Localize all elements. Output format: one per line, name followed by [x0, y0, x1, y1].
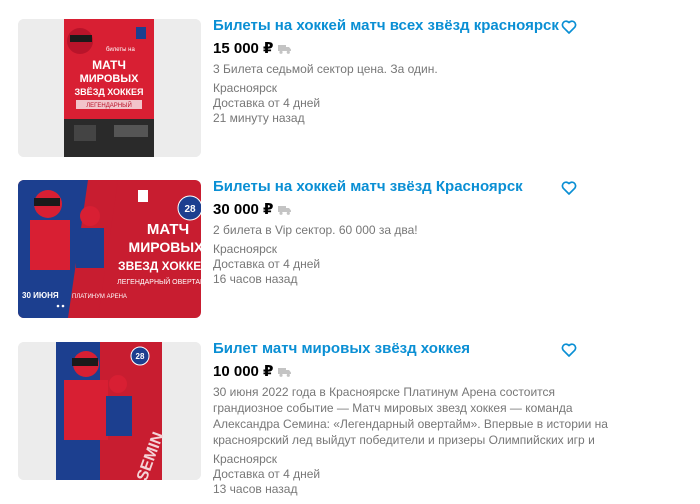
poster-line-2: МИРОВЫХ: [129, 239, 201, 255]
heart-outline-icon[interactable]: [561, 342, 577, 358]
listing-city: Красноярск: [213, 452, 278, 466]
listing-image[interactable]: 28 МАТЧ МИРОВЫХ ЗВЕЗД ХОККЕЯ ЛЕГЕНДАРНЫЙ…: [18, 180, 201, 318]
listing-description: 30 июня 2022 года в Красноярске Платинум…: [213, 384, 653, 448]
listing-city: Красноярск: [213, 242, 278, 256]
listing-posted: 21 минуту назад: [213, 111, 305, 125]
poster-image: 28 МАТЧ МИРОВЫХ ЗВЕЗД ХОККЕЯ ЛЕГЕНДАРНЫЙ…: [18, 180, 201, 318]
description-line: Александра Семина: «Легендарный овертайм…: [213, 417, 608, 431]
listing-delivery: Доставка от 4 дней: [213, 257, 321, 271]
listing-image[interactable]: 28 SEMIN: [18, 342, 201, 480]
poster-line-3: ЗВЕЗД ХОККЕЯ: [118, 259, 201, 273]
listing-price: 30 000 ₽: [213, 201, 274, 218]
listing-price: 15 000 ₽: [213, 40, 274, 57]
truck-icon: [278, 368, 292, 377]
description-line: красноярский лед выйдут победители и при…: [213, 433, 595, 447]
listing-description: 3 Билета седьмой сектор цена. За один.: [213, 62, 438, 76]
poster-image: 28 SEMIN: [18, 342, 201, 480]
listing-title[interactable]: Билет матч мировых звёзд хоккея: [213, 340, 653, 358]
poster-badge: 28: [184, 204, 196, 215]
truck-icon: [278, 206, 292, 215]
listing-delivery: Доставка от 4 дней: [213, 96, 321, 110]
description-line: грандиозное событие — Матч мировых звезд…: [213, 401, 573, 415]
poster-small-text: билеты на: [106, 47, 135, 53]
poster-image: билеты на МАТЧ МИРОВЫХ ЗВЁЗД ХОККЕЯ ЛЕГЕ…: [18, 19, 201, 157]
poster-venue: ПЛАТИНУМ АРЕНА: [72, 294, 127, 300]
poster-date: 30 ИЮНЯ: [22, 291, 59, 300]
listing-posted: 16 часов назад: [213, 272, 298, 286]
description-line: 30 июня 2022 года в Красноярске Платинум…: [213, 385, 556, 399]
poster-line-4: ЛЕГЕНДАРНЫЙ ОВЕРТАЙМ: [117, 277, 201, 286]
heart-outline-icon[interactable]: [561, 19, 577, 35]
poster-line-4: ЛЕГЕНДАРНЫЙ: [86, 101, 132, 109]
listing-title[interactable]: Билеты на хоккей матч звёзд Красноярск: [213, 178, 653, 196]
poster-badge: 28: [136, 352, 145, 361]
poster-line-2: МИРОВЫХ: [80, 73, 140, 85]
listing-delivery: Доставка от 4 дней: [213, 467, 321, 481]
poster-line-1: МАТЧ: [92, 58, 126, 72]
truck-icon: [278, 45, 292, 54]
listing-description: 2 билета в Vip сектор. 60 000 за два!: [213, 223, 418, 237]
listing-city: Красноярск: [213, 81, 278, 95]
heart-outline-icon[interactable]: [561, 180, 577, 196]
listing-image[interactable]: билеты на МАТЧ МИРОВЫХ ЗВЁЗД ХОККЕЯ ЛЕГЕ…: [18, 19, 201, 157]
listing-title[interactable]: Билеты на хоккей матч всех звёзд красноя…: [213, 17, 653, 35]
poster-line-3: ЗВЁЗД ХОККЕЯ: [75, 87, 144, 97]
listing-posted: 13 часов назад: [213, 482, 298, 496]
poster-line-1: МАТЧ: [147, 221, 189, 238]
listing-price: 10 000 ₽: [213, 363, 274, 380]
